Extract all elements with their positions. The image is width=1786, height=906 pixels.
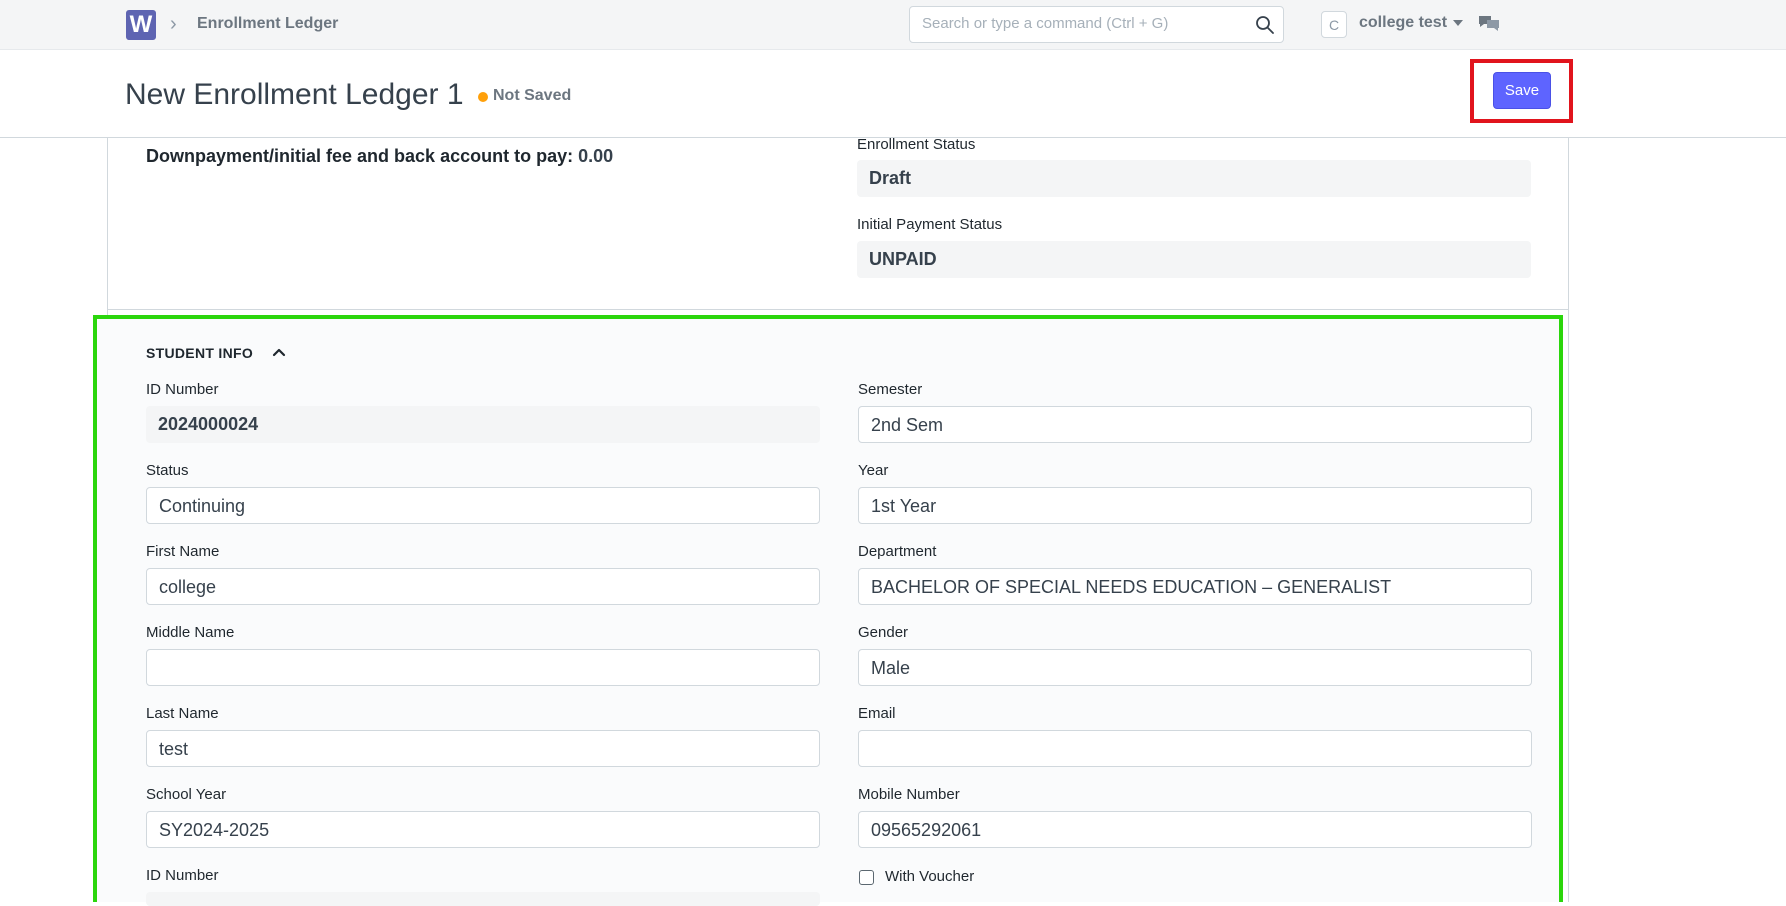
initial-payment-status-field: UNPAID [857, 241, 1531, 278]
search-bar[interactable] [909, 6, 1284, 43]
navbar: W › Enrollment Ledger C college test [0, 0, 1786, 50]
department-label: Department [858, 543, 937, 560]
status-badge: Not Saved [493, 87, 572, 104]
semester-label: Semester [858, 381, 923, 398]
caret-down-icon [1453, 19, 1464, 26]
id-number-label: ID Number [146, 381, 219, 398]
user-name: college test [1359, 14, 1448, 31]
first-name-field[interactable]: college [146, 568, 820, 605]
page-title: New Enrollment Ledger 1 [125, 78, 464, 111]
chat-icon[interactable] [1478, 14, 1500, 34]
middle-name-field[interactable] [146, 649, 820, 686]
middle-name-label: Middle Name [146, 624, 235, 641]
id-number-field: 2024000024 [146, 406, 820, 443]
section-title[interactable]: STUDENT INFO [146, 345, 253, 361]
unsaved-indicator-icon [478, 92, 488, 102]
search-icon[interactable] [1255, 15, 1275, 35]
page-head: New Enrollment Ledger 1 Not Saved Save [0, 50, 1786, 138]
email-field[interactable] [858, 730, 1532, 767]
semester-field[interactable]: 2nd Sem [858, 406, 1532, 443]
user-menu[interactable]: college test [1359, 14, 1464, 32]
school-year-field[interactable]: SY2024-2025 [146, 811, 820, 848]
id-number-2-field [146, 892, 820, 906]
initial-payment-status-label: Initial Payment Status [857, 216, 1003, 233]
id-number-2-label: ID Number [146, 867, 219, 884]
with-voucher-label[interactable]: With Voucher [885, 868, 974, 885]
app-logo[interactable]: W [126, 10, 156, 40]
enrollment-status-label: Enrollment Status [857, 136, 976, 153]
with-voucher-checkbox[interactable] [859, 870, 874, 885]
breadcrumb-enrollment-ledger[interactable]: Enrollment Ledger [197, 15, 338, 33]
year-field[interactable]: 1st Year [858, 487, 1532, 524]
chevron-right-icon: › [170, 13, 177, 35]
enrollment-status-field: Draft [857, 160, 1531, 197]
summary-section: Downpayment/initial fee and back account… [108, 136, 1568, 310]
status-label: Status [146, 462, 189, 479]
school-year-label: School Year [146, 786, 227, 803]
student-info-section: STUDENT INFO ID Number 2024000024 Status… [93, 315, 1563, 906]
year-label: Year [858, 462, 889, 479]
gender-label: Gender [858, 624, 909, 641]
downpayment-label: Downpayment/initial fee and back account… [146, 146, 574, 166]
last-name-field[interactable]: test [146, 730, 820, 767]
first-name-label: First Name [146, 543, 220, 560]
gender-field[interactable]: Male [858, 649, 1532, 686]
search-input[interactable] [922, 15, 1242, 32]
form-card: Downpayment/initial fee and back account… [93, 136, 1569, 906]
last-name-label: Last Name [146, 705, 219, 722]
avatar[interactable]: C [1321, 11, 1347, 38]
chevron-up-icon[interactable] [272, 346, 286, 358]
department-field[interactable]: BACHELOR OF SPECIAL NEEDS EDUCATION – GE… [858, 568, 1532, 605]
downpayment-value: 0.00 [578, 146, 614, 166]
save-button[interactable]: Save [1493, 72, 1551, 109]
downpayment-summary: Downpayment/initial fee and back account… [146, 146, 613, 167]
mobile-number-field[interactable]: 09565292061 [858, 811, 1532, 848]
mobile-number-label: Mobile Number [858, 786, 960, 803]
status-field[interactable]: Continuing [146, 487, 820, 524]
email-label: Email [858, 705, 896, 722]
